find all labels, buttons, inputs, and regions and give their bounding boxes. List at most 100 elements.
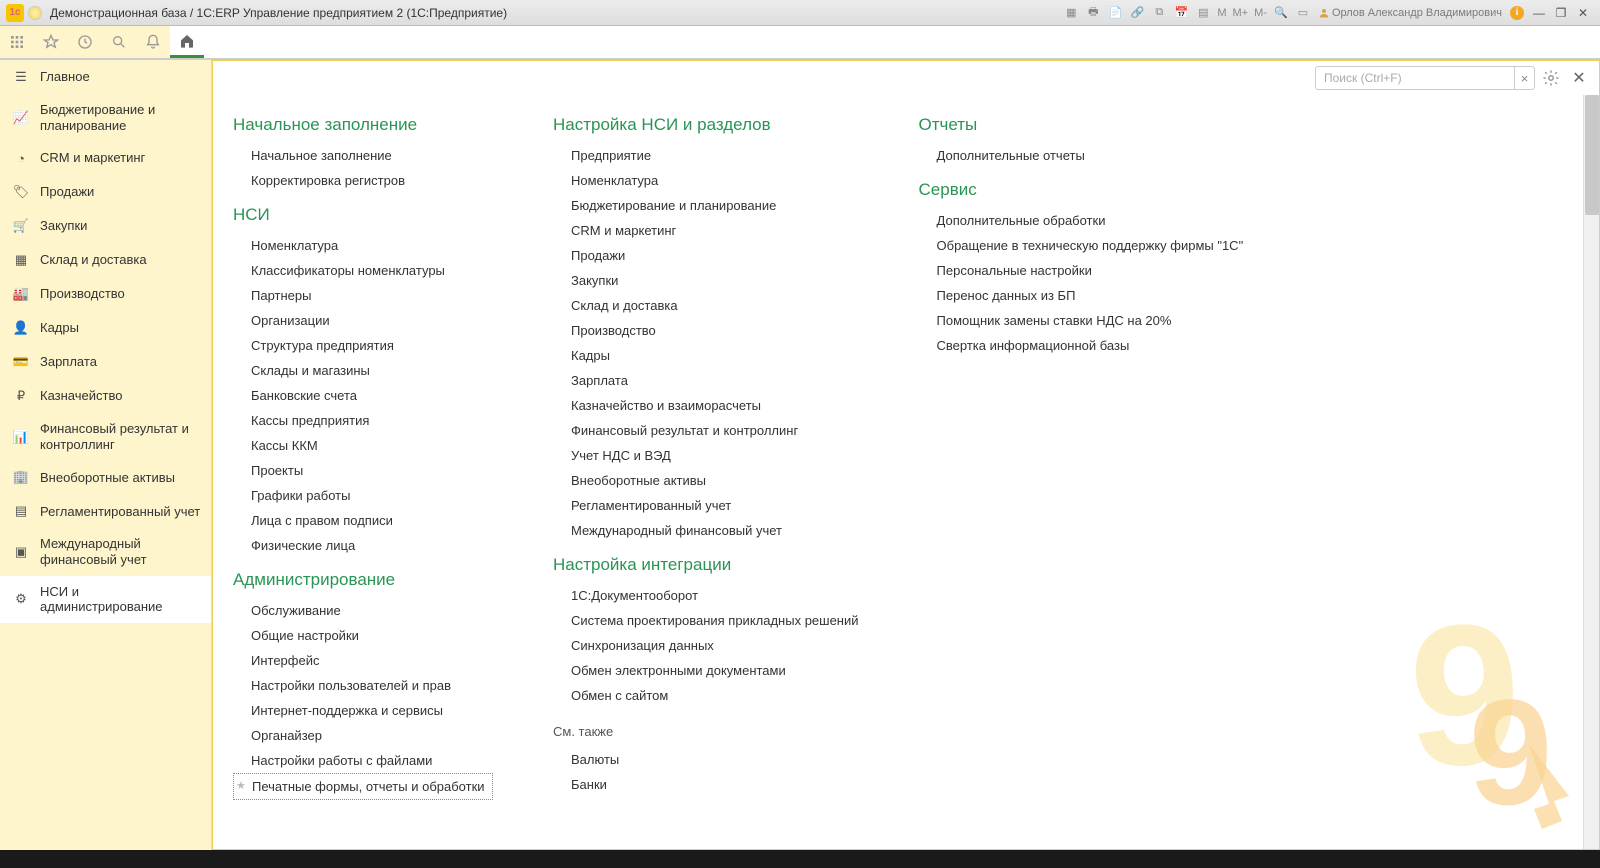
search-clear-button[interactable]: × [1514,67,1534,89]
link-currencies[interactable]: Валюты [553,747,859,772]
scale-m-plus[interactable]: M+ [1233,7,1249,19]
sidebar-item-budget[interactable]: 📈Бюджетирование и планирование [0,94,211,141]
link-cfg-nomenclature[interactable]: Номенклатура [553,168,859,193]
sidebar-item-finresult[interactable]: 📊Финансовый результат и контроллинг [0,413,211,460]
info-icon[interactable]: i [1510,6,1524,20]
link-personal-settings[interactable]: Персональные настройки [919,258,1244,283]
maximize-button[interactable]: ❐ [1550,4,1572,22]
sidebar-item-sales[interactable]: 🏷Продажи [0,175,211,209]
sidebar-item-purchases[interactable]: 🛒Закупки [0,209,211,243]
sidebar-item-production[interactable]: 🏭Производство [0,277,211,311]
pie-icon: ◔ [10,151,32,166]
link-maintenance[interactable]: Обслуживание [233,598,493,623]
link-warehouses-stores[interactable]: Склады и магазины [233,358,493,383]
link-initial-fill[interactable]: Начальное заполнение [233,143,493,168]
minimize-button[interactable]: — [1528,4,1550,22]
link-site-exchange[interactable]: Обмен с сайтом [553,683,859,708]
link-cfg-hr[interactable]: Кадры [553,343,859,368]
link-enterprise-structure[interactable]: Структура предприятия [233,333,493,358]
toolbar-calendar-icon[interactable]: 📅 [1172,4,1190,22]
sidebar-item-treasury[interactable]: ₽Казначейство [0,379,211,413]
link-cfg-finresult[interactable]: Финансовый результат и контроллинг [553,418,859,443]
toolbar-doc-icon[interactable]: 📄 [1106,4,1124,22]
link-general-settings[interactable]: Общие настройки [233,623,493,648]
link-cfg-vat-ved[interactable]: Учет НДС и ВЭД [553,443,859,468]
sidebar-item-assets[interactable]: 🏢Внеоборотные активы [0,460,211,494]
link-cfg-regaccount[interactable]: Регламентированный учет [553,493,859,518]
current-user[interactable]: Орлов Александр Владимирович [1318,7,1502,19]
link-file-settings[interactable]: Настройки работы с файлами [233,748,493,773]
link-kkm-cashdesks[interactable]: Кассы ККМ [233,433,493,458]
search-button[interactable] [102,26,136,58]
link-projects[interactable]: Проекты [233,458,493,483]
link-cfg-assets[interactable]: Внеоборотные активы [553,468,859,493]
search-input[interactable] [1316,71,1514,85]
link-data-sync[interactable]: Синхронизация данных [553,633,859,658]
link-work-schedules[interactable]: Графики работы [233,483,493,508]
link-user-rights-settings[interactable]: Настройки пользователей и прав [233,673,493,698]
apps-button[interactable] [0,26,34,58]
link-banks[interactable]: Банки [553,772,859,797]
bars-icon: 📊 [10,429,32,445]
link-cfg-purchases[interactable]: Закупки [553,268,859,293]
toolbar-search-icon[interactable]: 🔍 [1272,4,1290,22]
link-organizer[interactable]: Органайзер [233,723,493,748]
sidebar-item-intlaccount[interactable]: ▣Международный финансовый учет [0,528,211,575]
link-cfg-salary[interactable]: Зарплата [553,368,859,393]
scale-m-minus[interactable]: M- [1254,7,1267,19]
link-db-collapse[interactable]: Свертка информационной базы [919,333,1244,358]
link-individuals[interactable]: Физические лица [233,533,493,558]
link-1c-docflow[interactable]: 1С:Документооборот [553,583,859,608]
link-cfg-budget[interactable]: Бюджетирование и планирование [553,193,859,218]
sidebar-item-regaccount[interactable]: ▤Регламентированный учет [0,494,211,528]
scrollbar-thumb[interactable] [1585,95,1599,215]
link-support-request[interactable]: Обращение в техническую поддержку фирмы … [919,233,1244,258]
link-nomenclature-classifiers[interactable]: Классификаторы номенклатуры [233,258,493,283]
link-vat20-assistant[interactable]: Помощник замены ставки НДС на 20% [919,308,1244,333]
toolbar-book-icon[interactable]: ▭ [1294,4,1312,22]
toolbar-link-icon[interactable]: 🔗 [1128,4,1146,22]
notifications-button[interactable] [136,26,170,58]
link-edoc-exchange[interactable]: Обмен электронными документами [553,658,859,683]
link-cfg-sales[interactable]: Продажи [553,243,859,268]
link-nomenclature[interactable]: Номенклатура [233,233,493,258]
sidebar-item-hr[interactable]: 👤Кадры [0,311,211,345]
link-cfg-warehouse[interactable]: Склад и доставка [553,293,859,318]
link-additional-reports[interactable]: Дополнительные отчеты [919,143,1244,168]
link-enterprise-cashdesks[interactable]: Кассы предприятия [233,408,493,433]
panel-close-button[interactable]: ✕ [1567,66,1591,90]
link-bp-data-transfer[interactable]: Перенос данных из БП [919,283,1244,308]
toolbar-grid-icon[interactable]: ▦ [1062,4,1080,22]
sidebar-item-warehouse[interactable]: ▦Склад и доставка [0,243,211,277]
link-signatories[interactable]: Лица с правом подписи [233,508,493,533]
link-register-correction[interactable]: Корректировка регистров [233,168,493,193]
home-tab[interactable] [170,26,204,58]
sidebar-item-nsi-admin[interactable]: ⚙НСИ и администрирование [0,576,211,623]
link-print-forms-reports[interactable]: Печатные формы, отчеты и обработки [233,773,493,800]
scrollbar[interactable] [1583,95,1599,849]
toolbar-compare-icon[interactable]: ⧉ [1150,4,1168,22]
link-cfg-enterprise[interactable]: Предприятие [553,143,859,168]
panel-settings-button[interactable] [1539,66,1563,90]
sidebar-item-main[interactable]: ☰Главное [0,60,211,94]
link-cfg-treasury[interactable]: Казначейство и взаиморасчеты [553,393,859,418]
link-cfg-production[interactable]: Производство [553,318,859,343]
sidebar-item-crm[interactable]: ◔CRM и маркетинг [0,141,211,175]
search-box[interactable]: × [1315,66,1535,90]
link-cfg-intlaccount[interactable]: Международный финансовый учет [553,518,859,543]
link-appdesign-system[interactable]: Система проектирования прикладных решени… [553,608,859,633]
link-interface[interactable]: Интерфейс [233,648,493,673]
toolbar-calc-icon[interactable]: ▤ [1194,4,1212,22]
toolbar-print-icon[interactable]: 🖶 [1084,4,1102,22]
scale-m[interactable]: M [1217,7,1226,19]
link-organizations[interactable]: Организации [233,308,493,333]
history-button[interactable] [68,26,102,58]
link-cfg-crm[interactable]: CRM и маркетинг [553,218,859,243]
close-button[interactable]: ✕ [1572,4,1594,22]
link-internet-support[interactable]: Интернет-поддержка и сервисы [233,698,493,723]
link-bank-accounts[interactable]: Банковские счета [233,383,493,408]
link-additional-processing[interactable]: Дополнительные обработки [919,208,1244,233]
sidebar-item-salary[interactable]: 💳Зарплата [0,345,211,379]
link-partners[interactable]: Партнеры [233,283,493,308]
favorites-button[interactable] [34,26,68,58]
